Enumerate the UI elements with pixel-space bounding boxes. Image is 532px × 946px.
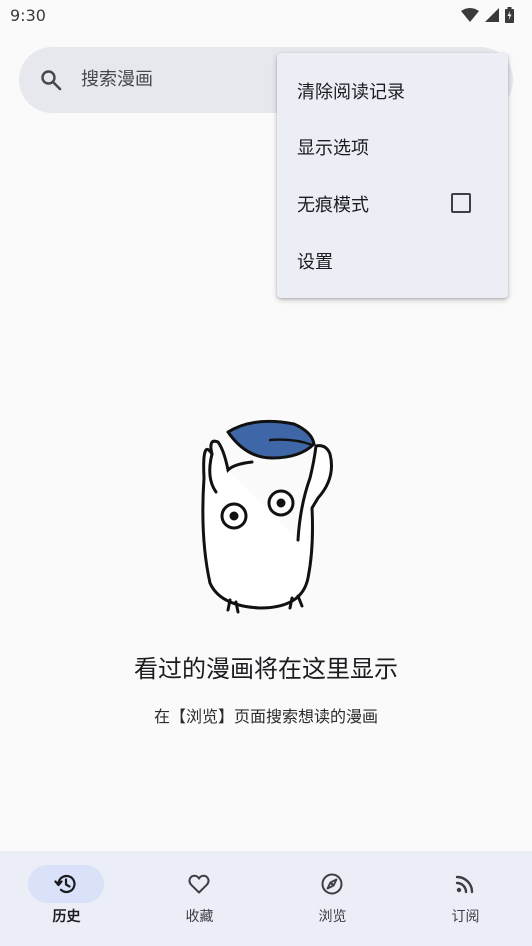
incognito-checkbox[interactable] — [451, 193, 471, 213]
menu-item-label: 设置 — [297, 252, 333, 273]
history-icon — [54, 874, 76, 894]
empty-state-subtitle: 在【浏览】页面搜索想读的漫画 — [153, 707, 378, 726]
nav-tab-browse[interactable]: 浏览 — [266, 851, 399, 946]
menu-item-label: 清除阅读记录 — [297, 82, 405, 103]
nav-label: 历史 — [52, 909, 81, 925]
menu-item-incognito-mode[interactable]: 无痕模式 — [277, 176, 508, 232]
wifi-icon — [461, 8, 479, 22]
status-bar: 9:30 — [0, 0, 532, 30]
nav-label: 订阅 — [451, 909, 480, 925]
rss-icon — [455, 875, 474, 894]
battery-icon — [505, 7, 514, 23]
empty-state-title: 看过的漫画将在这里显示 — [134, 655, 398, 683]
nav-tab-favorites[interactable]: 收藏 — [133, 851, 266, 946]
signal-icon — [485, 8, 499, 22]
menu-item-label: 显示选项 — [297, 138, 369, 159]
search-icon[interactable] — [39, 68, 63, 92]
overflow-menu: 清除阅读记录 显示选项 无痕模式 设置 — [277, 53, 508, 298]
nav-tab-history[interactable]: 历史 — [0, 851, 133, 946]
search-input[interactable]: 搜索漫画 — [81, 68, 153, 92]
nav-label: 收藏 — [185, 909, 214, 925]
status-icons — [461, 7, 514, 23]
nav-tab-subscriptions[interactable]: 订阅 — [399, 851, 532, 946]
compass-icon — [321, 873, 343, 895]
menu-item-settings[interactable]: 设置 — [277, 233, 508, 289]
menu-item-clear-history[interactable]: 清除阅读记录 — [277, 63, 508, 119]
status-time: 9:30 — [10, 5, 46, 25]
bottom-navigation: 历史 收藏 浏览 订阅 — [0, 851, 532, 946]
empty-state-illustration — [201, 419, 333, 614]
heart-icon — [188, 874, 210, 894]
menu-item-label: 无痕模式 — [297, 195, 369, 216]
menu-item-display-options[interactable]: 显示选项 — [277, 119, 508, 175]
nav-label: 浏览 — [318, 909, 347, 925]
